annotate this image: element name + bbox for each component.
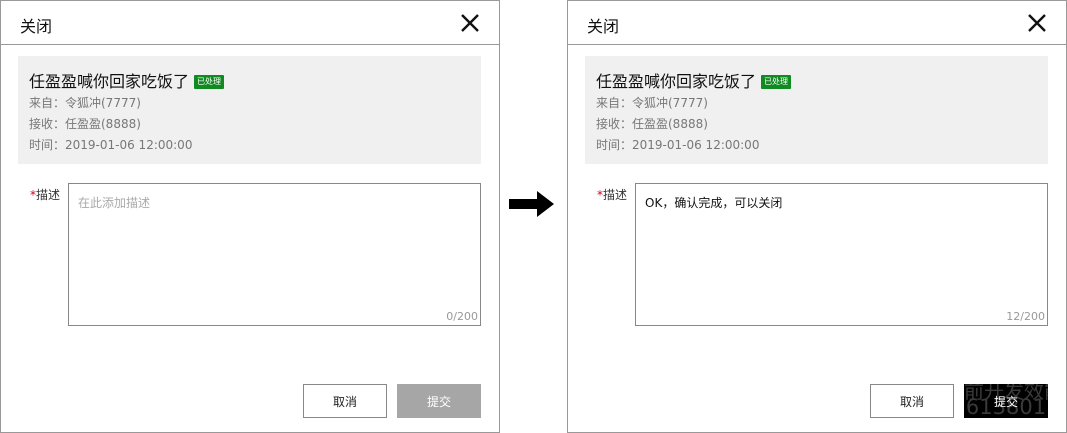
status-badge: 已处理 (761, 75, 792, 89)
status-badge: 已处理 (194, 75, 225, 89)
message-to: 接收：任盈盈(8888) (29, 117, 141, 131)
close-dialog-empty: 关闭 任盈盈喊你回家吃饭了 已处理 来自：令狐冲(7777) 接收：任盈盈(888… (0, 0, 500, 433)
message-title-row: 任盈盈喊你回家吃饭了 已处理 (596, 68, 792, 92)
submit-button[interactable]: 前开发效能者 613801 提交 (964, 384, 1048, 418)
right-arrow-icon (509, 190, 555, 218)
close-dialog-filled: 关闭 任盈盈喊你回家吃饭了 已处理 来自：令狐冲(7777) 接收：任盈盈(888… (567, 0, 1067, 433)
message-from: 来自：令狐冲(7777) (29, 96, 141, 110)
close-icon[interactable] (460, 13, 480, 33)
message-title-row: 任盈盈喊你回家吃饭了 已处理 (29, 68, 225, 92)
submit-button-disabled[interactable]: 提交 (397, 384, 481, 418)
description-value: OK，确认完成，可以关闭 (645, 196, 783, 210)
message-info-panel: 任盈盈喊你回家吃饭了 已处理 来自：令狐冲(7777) 接收：任盈盈(8888) … (18, 56, 481, 164)
description-placeholder: 在此添加描述 (78, 196, 151, 210)
close-icon[interactable] (1027, 13, 1047, 33)
dialog-header: 关闭 (1, 1, 499, 45)
cancel-button[interactable]: 取消 (870, 384, 954, 418)
dialog-title: 关闭 (587, 17, 620, 36)
message-title: 任盈盈喊你回家吃饭了 (29, 72, 190, 91)
dialog-header: 关闭 (568, 1, 1066, 45)
message-from: 来自：令狐冲(7777) (596, 96, 708, 110)
description-label-text: 描述 (603, 188, 628, 202)
description-label-text: 描述 (36, 188, 61, 202)
description-label: *描述 (30, 186, 60, 203)
message-time: 时间：2019-01-06 12:00:00 (29, 138, 193, 152)
message-info-panel: 任盈盈喊你回家吃饭了 已处理 来自：令狐冲(7777) 接收：任盈盈(8888) … (585, 56, 1048, 164)
description-textarea[interactable]: OK，确认完成，可以关闭 12/200 (635, 183, 1048, 326)
message-time: 时间：2019-01-06 12:00:00 (596, 138, 760, 152)
char-counter: 12/200 (1006, 310, 1045, 323)
message-title: 任盈盈喊你回家吃饭了 (596, 72, 757, 91)
dialog-title: 关闭 (20, 17, 53, 36)
message-to: 接收：任盈盈(8888) (596, 117, 708, 131)
cancel-button[interactable]: 取消 (303, 384, 387, 418)
description-textarea[interactable]: 在此添加描述 0/200 (68, 183, 481, 326)
submit-label: 提交 (993, 394, 1018, 409)
char-counter: 0/200 (446, 310, 478, 323)
description-label: *描述 (597, 186, 627, 203)
